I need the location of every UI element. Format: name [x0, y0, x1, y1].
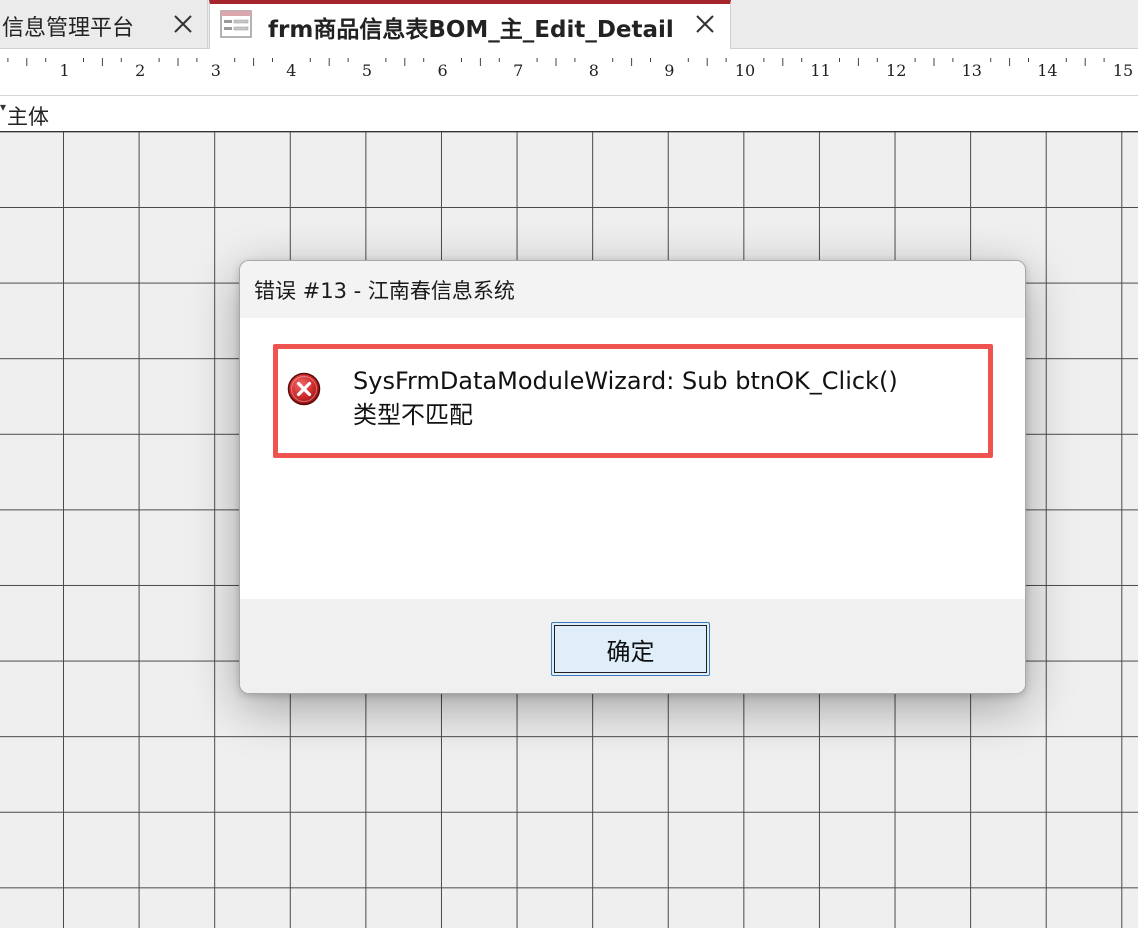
dialog-footer: 确定 [240, 599, 1025, 693]
ruler-number: 14 [1037, 61, 1057, 80]
close-icon[interactable] [694, 13, 716, 35]
horizontal-ruler: 1 2 3 4 5 6 7 8 9 10 11 12 13 14 15 [0, 49, 1138, 96]
tab-info-platform[interactable]: 信息管理平台 [0, 0, 208, 48]
access-design-window: 信息管理平台 frm商品信息表BOM_主_Edit_Detail 1 2 3 4… [0, 0, 1138, 928]
ruler-number: 8 [589, 61, 599, 80]
ruler-number: 10 [735, 61, 755, 80]
section-marker-icon: ▾ [0, 100, 7, 114]
dialog-body [240, 318, 1025, 599]
ruler-number: 5 [362, 61, 372, 80]
ruler-number: 4 [286, 61, 296, 80]
error-dialog: 错误 #13 - 江南春信息系统 SysFrmDataModuleWizard:… [239, 260, 1026, 694]
ruler-scale: 1 2 3 4 5 6 7 8 9 10 11 12 13 14 15 [7, 58, 1133, 80]
error-icon [287, 372, 321, 406]
ruler-number: 6 [438, 61, 448, 80]
ruler-number: 11 [810, 61, 830, 80]
ruler-number: 15 [1113, 61, 1133, 80]
form-icon [220, 10, 252, 38]
ruler-number: 1 [60, 61, 70, 80]
close-icon[interactable] [172, 13, 194, 35]
ok-button[interactable]: 确定 [551, 622, 710, 676]
error-message-line-2: 类型不匹配 [353, 401, 473, 429]
dialog-title: 错误 #13 - 江南春信息系统 [254, 279, 515, 303]
ruler-number: 7 [513, 61, 523, 80]
section-header-detail[interactable]: ▾ 主体 [0, 96, 1138, 132]
tab-form-detail[interactable]: frm商品信息表BOM_主_Edit_Detail [209, 0, 731, 49]
ruler-number: 12 [886, 61, 906, 80]
document-tab-bar: 信息管理平台 frm商品信息表BOM_主_Edit_Detail [0, 0, 1138, 49]
section-label: 主体 [7, 105, 49, 129]
tab-label: frm商品信息表BOM_主_Edit_Detail [268, 17, 674, 43]
error-message: SysFrmDataModuleWizard: Sub btnOK_Click(… [353, 364, 898, 432]
dialog-titlebar[interactable]: 错误 #13 - 江南春信息系统 [240, 261, 1025, 318]
ruler-number: 2 [135, 61, 145, 80]
tab-label: 信息管理平台 [2, 16, 135, 41]
error-message-line-1: SysFrmDataModuleWizard: Sub btnOK_Click(… [353, 367, 898, 395]
ruler-number: 13 [962, 61, 982, 80]
ruler-number: 3 [211, 61, 221, 80]
ruler-number: 9 [664, 61, 674, 80]
